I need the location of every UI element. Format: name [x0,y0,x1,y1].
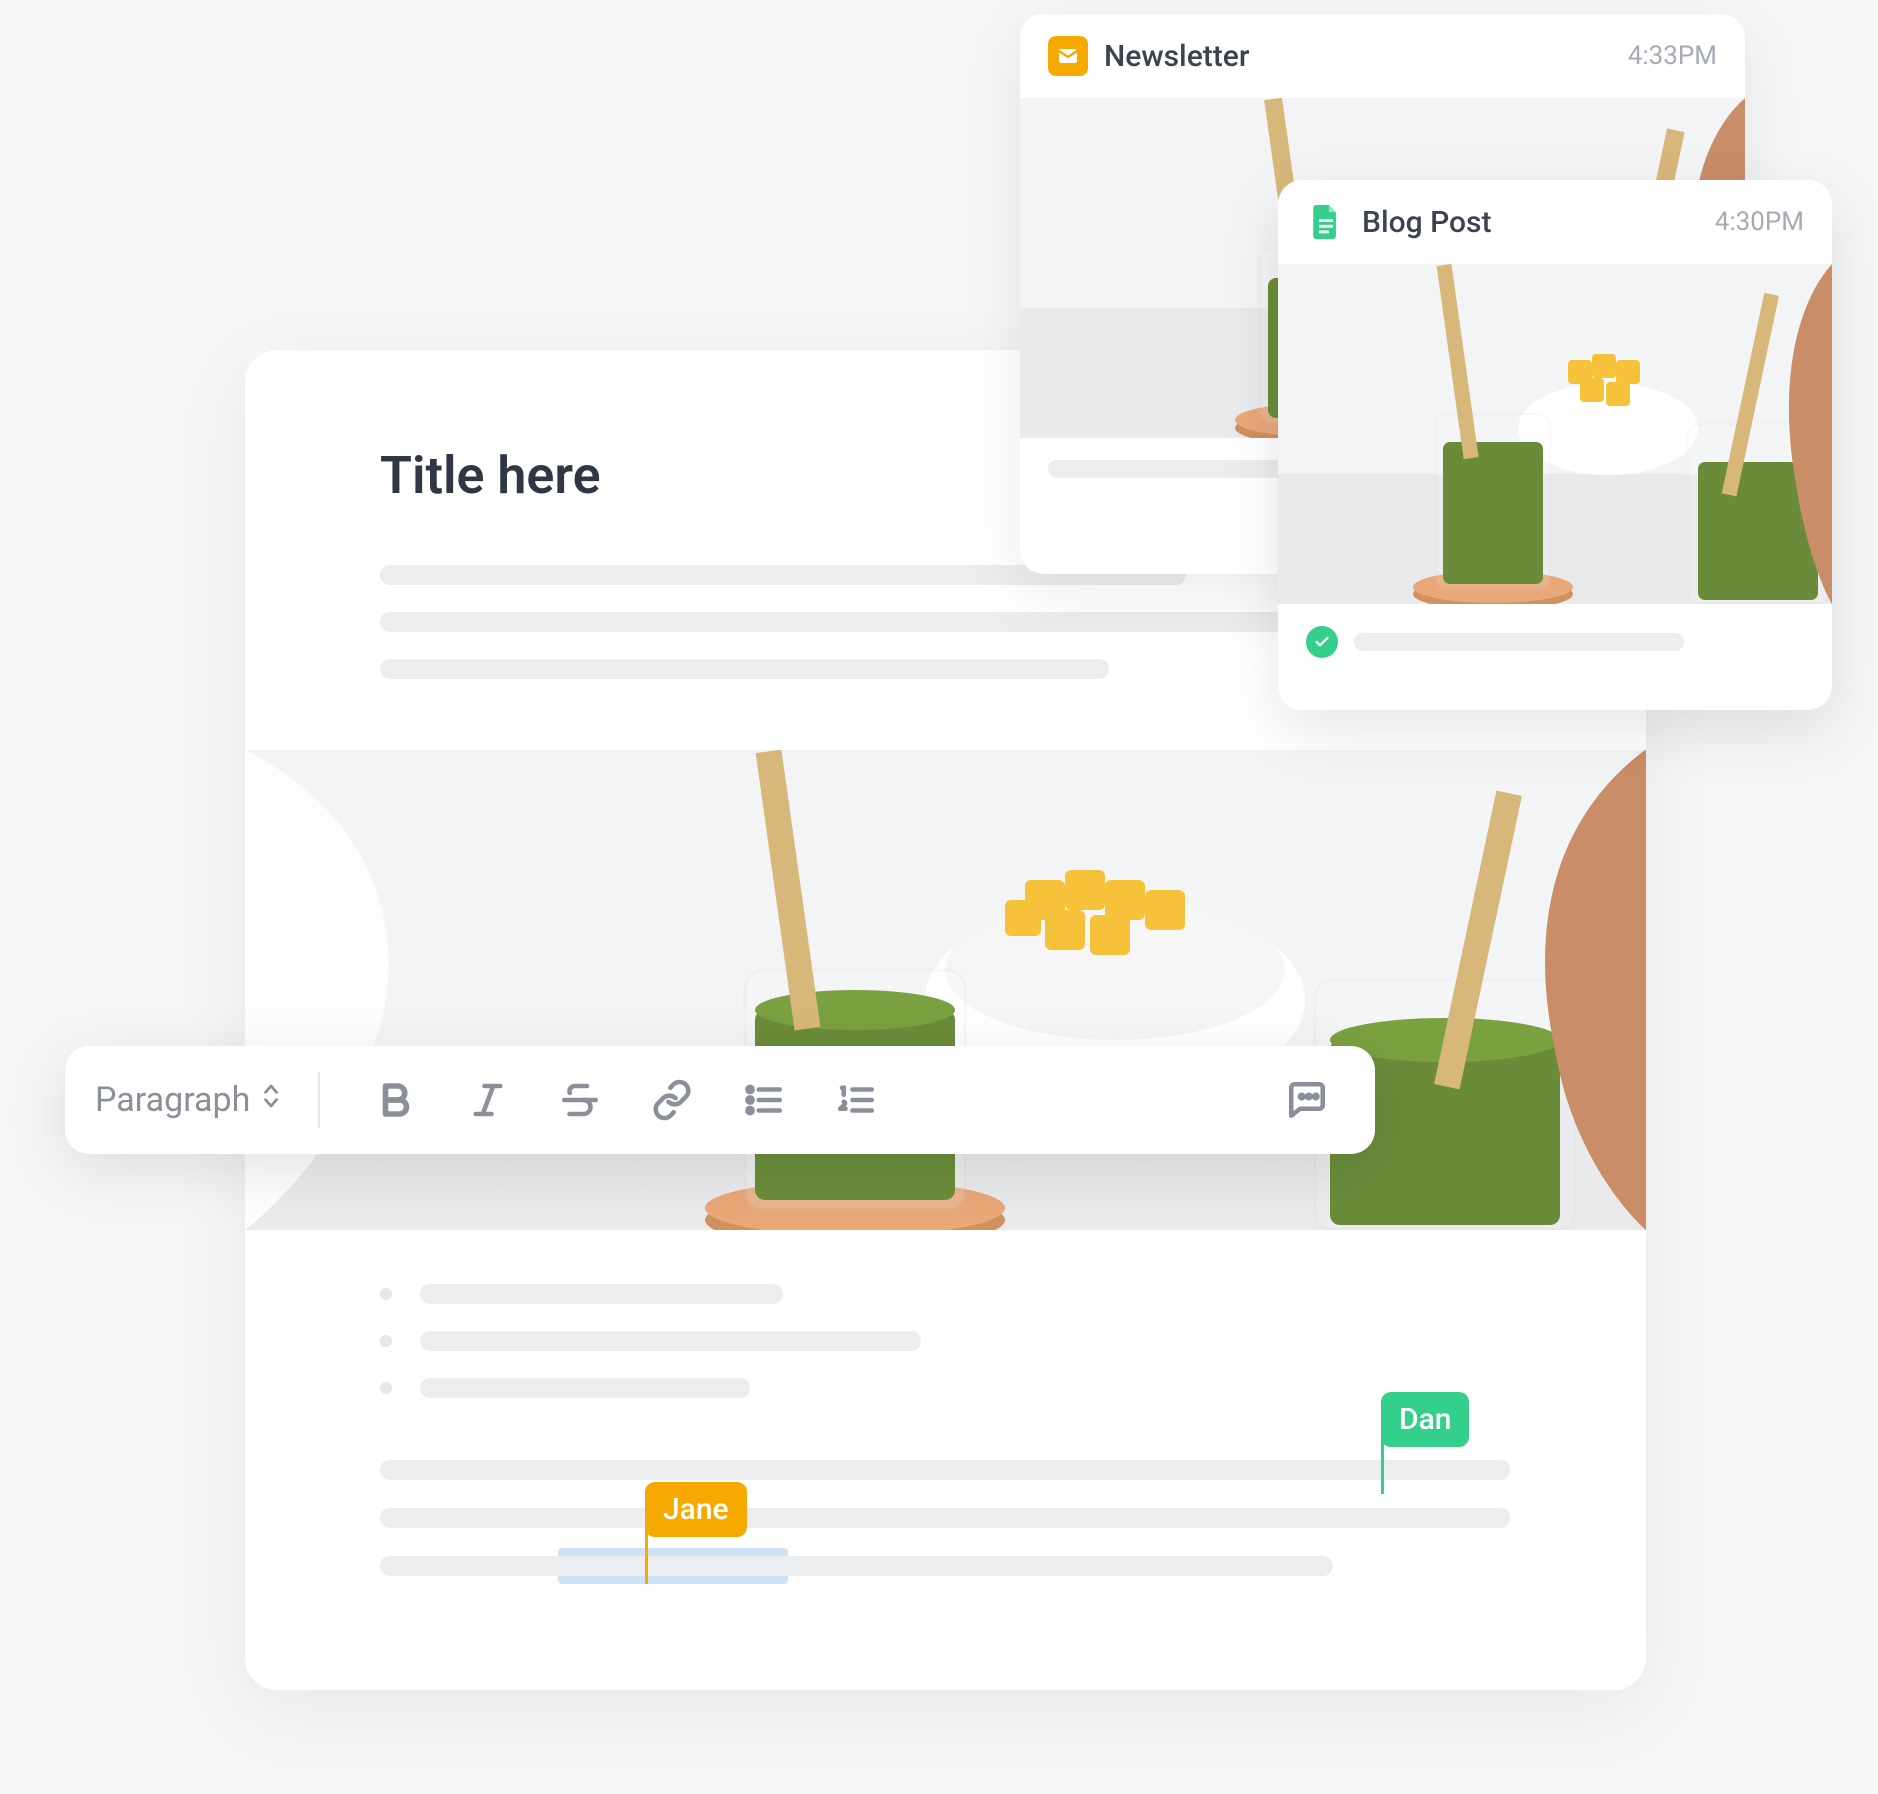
bullet-marker [380,1288,392,1300]
card-timestamp: 4:30PM [1715,207,1804,237]
bullet-list-button[interactable] [718,1064,810,1136]
collaborator-cursor-dan: Dan [1381,1392,1469,1447]
bullet-marker [380,1382,392,1394]
cursor-label: Jane [645,1482,747,1537]
placeholder-line [380,612,1345,632]
block-format-selector[interactable]: Paragraph [87,1080,304,1120]
toolbar-separator [318,1072,320,1128]
collaborator-cursor-jane: Jane [645,1482,747,1537]
placeholder-line [380,659,1109,679]
card-timestamp: 4:33PM [1628,41,1717,71]
check-circle-icon [1306,626,1338,658]
document-icon [1306,202,1346,242]
chevron-updown-icon [260,1080,282,1120]
placeholder-line [420,1378,750,1398]
cursor-label: Dan [1381,1392,1469,1447]
format-selector-label: Paragraph [95,1080,250,1120]
numbered-list-button[interactable] [810,1064,902,1136]
strikethrough-button[interactable] [534,1064,626,1136]
bold-button[interactable] [350,1064,442,1136]
document-title[interactable]: Title here [380,445,601,506]
placeholder-line [380,1508,1510,1528]
comment-button[interactable] [1261,1064,1353,1136]
italic-button[interactable] [442,1064,534,1136]
placeholder-line [420,1284,783,1304]
blog-post-card[interactable]: Blog Post 4:30PM [1278,180,1832,710]
mail-icon [1048,36,1088,76]
card-title: Newsletter [1104,39,1249,74]
link-button[interactable] [626,1064,718,1136]
placeholder-line [380,1556,1333,1576]
card-title: Blog Post [1362,205,1491,240]
bullet-marker [380,1335,392,1347]
formatting-toolbar: Paragraph [65,1046,1375,1154]
placeholder-line [1354,633,1684,651]
placeholder-line [380,1460,1510,1480]
placeholder-line [420,1331,921,1351]
hero-image[interactable] [245,750,1646,1230]
card-thumbnail [1278,264,1832,604]
